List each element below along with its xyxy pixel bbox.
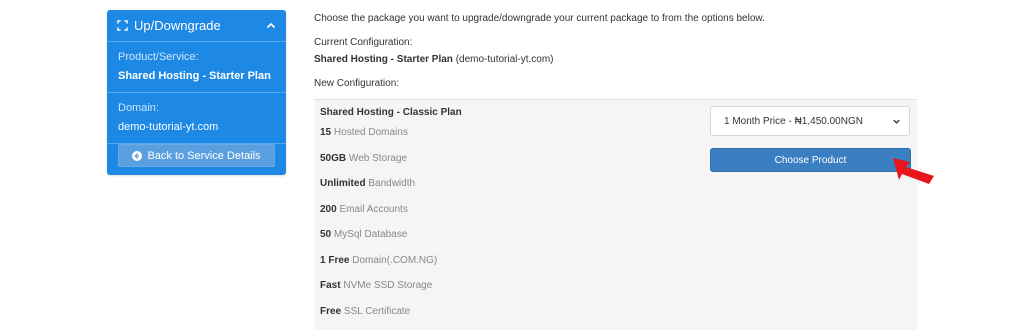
sidebar-title: Up/Downgrade bbox=[134, 18, 221, 33]
feature-item: 200 Email Accounts bbox=[320, 204, 408, 215]
domain-label: Domain: bbox=[118, 102, 159, 114]
current-plan: Shared Hosting - Starter Plan bbox=[314, 54, 453, 65]
arrow-circle-left-icon bbox=[132, 150, 143, 161]
new-config-label: New Configuration: bbox=[314, 78, 400, 89]
current-domain: (demo-tutorial-yt.com) bbox=[455, 54, 554, 65]
current-config-value: Shared Hosting - Starter Plan (demo-tuto… bbox=[314, 54, 554, 65]
feature-item: 50 MySql Database bbox=[320, 229, 408, 240]
domain-value: demo-tutorial-yt.com bbox=[118, 121, 219, 133]
feature-item: 15 Hosted Domains bbox=[320, 127, 408, 138]
expand-icon bbox=[117, 20, 128, 31]
domain-section: Domain: demo-tutorial-yt.com bbox=[107, 93, 286, 144]
sidebar-header[interactable]: Up/Downgrade bbox=[107, 10, 286, 42]
product-value: Shared Hosting - Starter Plan bbox=[118, 70, 271, 82]
feature-item: 1 Free Domain(.COM.NG) bbox=[320, 255, 438, 266]
intro-text: Choose the package you want to upgrade/d… bbox=[314, 13, 765, 24]
feature-item: Fast NVMe SSD Storage bbox=[320, 280, 433, 291]
chevron-down-icon bbox=[893, 119, 900, 124]
product-label: Product/Service: bbox=[118, 51, 199, 63]
choose-product-button[interactable]: Choose Product bbox=[710, 148, 911, 172]
chevron-up-icon[interactable] bbox=[266, 21, 276, 31]
red-pointer-arrow-icon bbox=[893, 158, 934, 184]
billing-cycle-value: 1 Month Price - ₦1,450.00NGN bbox=[724, 115, 863, 127]
current-config-label: Current Configuration: bbox=[314, 37, 413, 48]
billing-cycle-select[interactable]: 1 Month Price - ₦1,450.00NGN bbox=[710, 106, 910, 136]
feature-item: Free SSL Certificate bbox=[320, 306, 411, 317]
product-section: Product/Service: Shared Hosting - Starte… bbox=[107, 42, 286, 93]
feature-item: Unlimited Bandwidth bbox=[320, 178, 416, 189]
package-name: Shared Hosting - Classic Plan bbox=[320, 107, 462, 118]
upgrade-sidebar-panel: Up/Downgrade Product/Service: Shared Hos… bbox=[107, 10, 286, 175]
back-button-label: Back to Service Details bbox=[147, 149, 261, 162]
back-to-service-details-button[interactable]: Back to Service Details bbox=[118, 144, 275, 167]
feature-item: 50GB Web Storage bbox=[320, 153, 408, 164]
